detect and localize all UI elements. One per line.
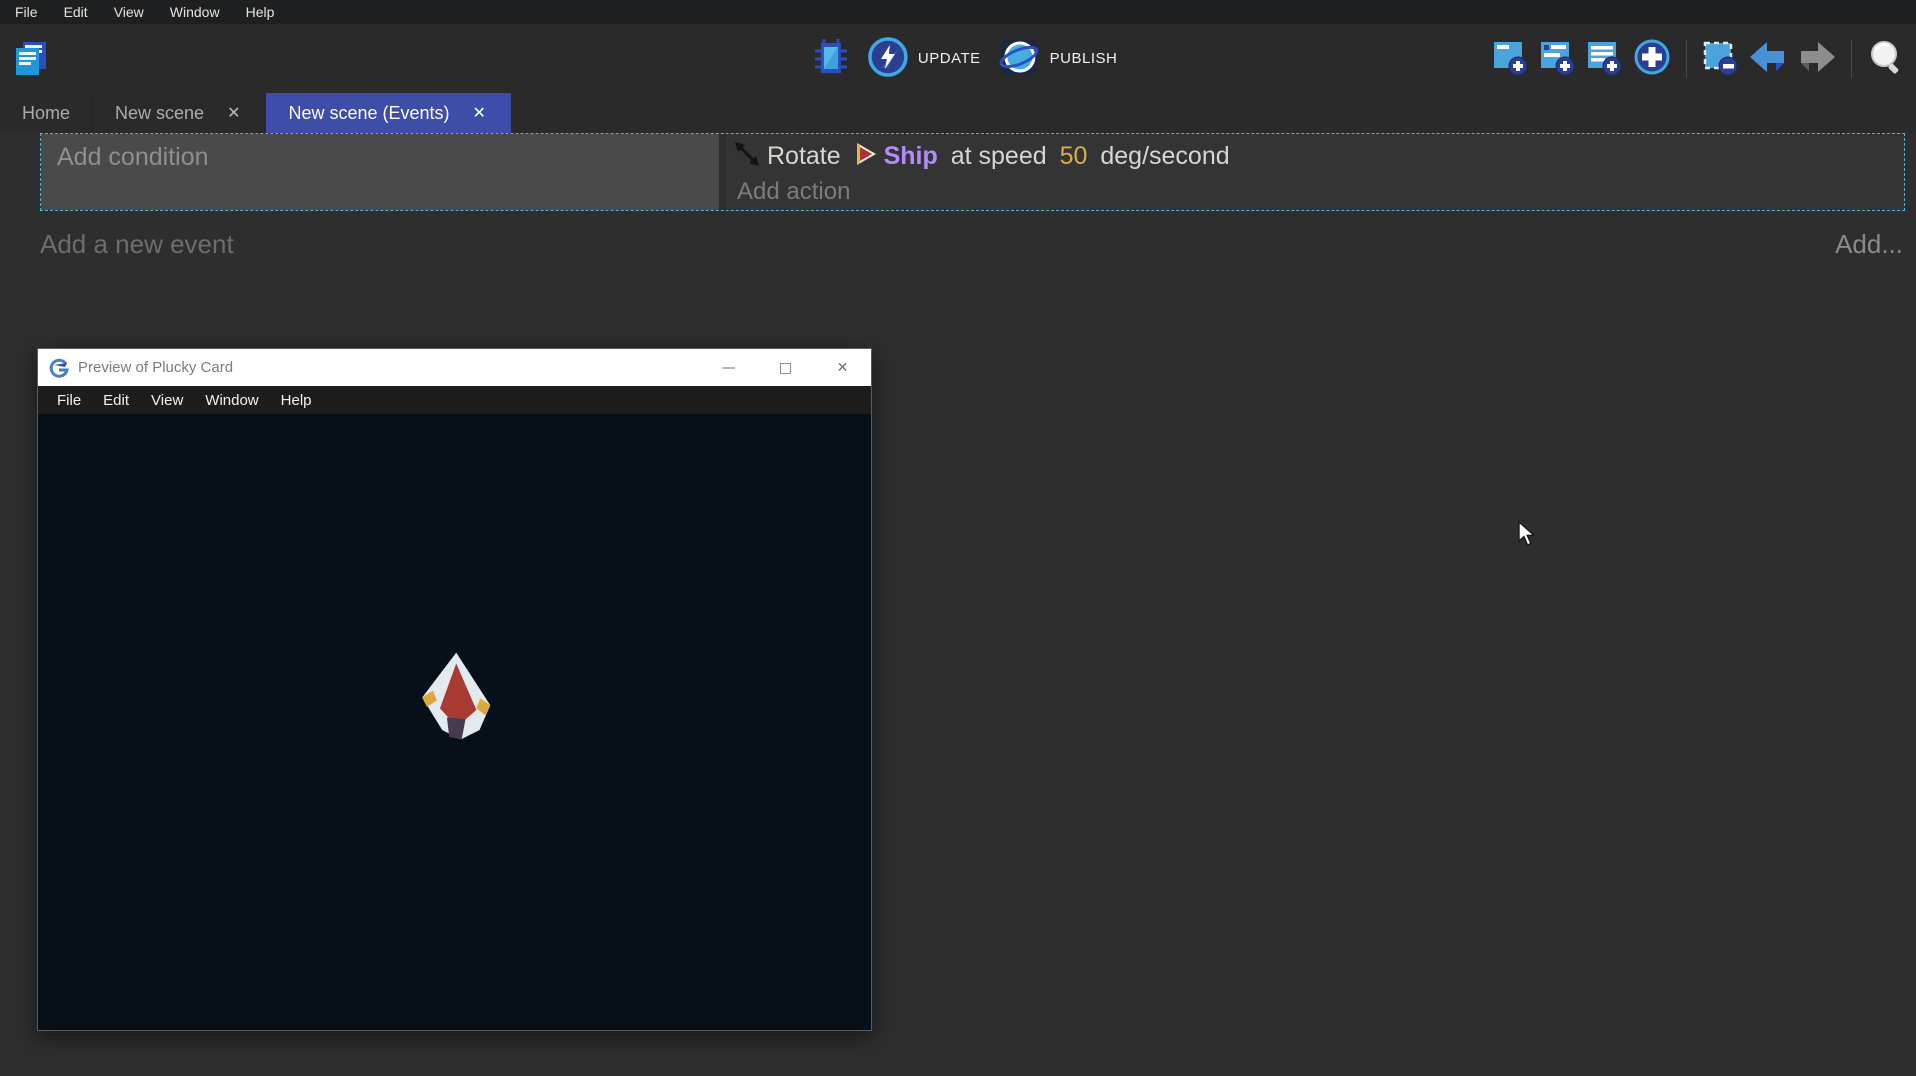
add-event-icon — [1491, 38, 1529, 79]
delete-selection-icon — [1701, 38, 1739, 79]
add-comment-button[interactable] — [1585, 38, 1623, 79]
add-subevent-button[interactable] — [1538, 38, 1576, 79]
main-toolbar: UPDATE PUBLISH — [0, 24, 1916, 93]
publish-button[interactable]: PUBLISH — [997, 35, 1118, 82]
column-divider — [719, 134, 727, 210]
tab-label: Home — [22, 103, 70, 124]
menu-window[interactable]: Window — [157, 0, 233, 24]
tab-close-icon[interactable]: ✕ — [470, 101, 489, 125]
add-new-event-placeholder[interactable]: Add a new event — [40, 229, 234, 260]
toolbar-separator — [1851, 40, 1852, 78]
event-row-selected: Add condition Rotate — [40, 133, 1905, 211]
publish-label: PUBLISH — [1050, 50, 1118, 67]
action-rotate-ship[interactable]: Rotate Ship at speed 50 deg/second — [727, 134, 1904, 178]
delete-selection-button[interactable] — [1701, 38, 1739, 79]
add-comment-icon — [1585, 38, 1623, 79]
tab-new-scene[interactable]: New scene ✕ — [93, 93, 266, 133]
debugger-button[interactable] — [811, 35, 851, 82]
redo-button[interactable] — [1797, 38, 1837, 79]
search-events-button[interactable] — [1866, 37, 1906, 80]
preview-menu-file[interactable]: File — [46, 392, 92, 409]
conditions-column[interactable]: Add condition — [41, 134, 719, 210]
gdevelop-logo-icon — [49, 358, 69, 378]
update-label: UPDATE — [918, 50, 981, 67]
action-connector: at speed — [944, 142, 1054, 171]
rotate-arrows-icon — [733, 140, 761, 173]
tab-label: New scene (Events) — [288, 103, 449, 124]
toolbar-right-group — [1491, 24, 1906, 93]
add-more-button[interactable] — [1632, 37, 1672, 80]
actions-column: Rotate Ship at speed 50 deg/second Add a… — [727, 134, 1904, 210]
menu-edit[interactable]: Edit — [51, 0, 101, 24]
search-icon — [1866, 37, 1906, 80]
undo-icon — [1748, 38, 1788, 79]
add-event-button[interactable] — [1491, 38, 1529, 79]
add-button[interactable]: Add... — [1835, 229, 1903, 260]
project-manager-icon — [12, 39, 50, 80]
preview-window-title: Preview of Plucky Card — [78, 359, 700, 376]
menu-help[interactable]: Help — [233, 0, 288, 24]
tab-close-icon[interactable]: ✕ — [224, 101, 243, 125]
tab-home[interactable]: Home — [0, 93, 93, 133]
add-more-icon — [1632, 37, 1672, 80]
ship-object-icon — [854, 141, 878, 172]
add-condition-placeholder: Add condition — [57, 143, 209, 171]
gdevelop-app: File Edit View Window Help — [0, 0, 1916, 1076]
game-canvas — [38, 414, 871, 1030]
add-subevent-icon — [1538, 38, 1576, 79]
publish-globe-icon — [997, 35, 1041, 82]
redo-icon — [1797, 38, 1837, 79]
window-controls: — □ ✕ — [700, 349, 871, 386]
preview-window: Preview of Plucky Card — □ ✕ File Edit V… — [37, 348, 872, 1031]
toolbar-center-group: UPDATE PUBLISH — [811, 24, 1117, 93]
add-action-placeholder[interactable]: Add action — [727, 178, 1904, 206]
preview-titlebar[interactable]: Preview of Plucky Card — □ ✕ — [38, 349, 871, 386]
preview-menu-help[interactable]: Help — [270, 392, 323, 409]
update-lightning-icon — [867, 36, 909, 81]
action-unit: deg/second — [1093, 142, 1229, 171]
add-event-row: Add a new event Add... — [40, 219, 1903, 269]
menu-view[interactable]: View — [101, 0, 157, 24]
menu-file[interactable]: File — [2, 0, 51, 24]
action-object: Ship — [884, 142, 938, 171]
tab-new-scene-events[interactable]: New scene (Events) ✕ — [266, 93, 510, 133]
debugger-icon — [811, 35, 851, 82]
undo-button[interactable] — [1748, 38, 1788, 79]
action-verb: Rotate — [767, 142, 848, 171]
preview-menubar: File Edit View Window Help — [38, 386, 871, 414]
project-manager-button[interactable] — [12, 39, 50, 80]
update-button[interactable]: UPDATE — [867, 36, 981, 81]
tab-bar: Home New scene ✕ New scene (Events) ✕ — [0, 93, 1916, 133]
tab-label: New scene — [115, 103, 204, 124]
preview-menu-window[interactable]: Window — [194, 392, 269, 409]
minimize-icon[interactable]: — — [700, 349, 757, 386]
app-menubar: File Edit View Window Help — [0, 0, 1916, 24]
toolbar-separator — [1686, 40, 1687, 78]
close-icon[interactable]: ✕ — [814, 349, 871, 386]
action-value: 50 — [1060, 142, 1088, 171]
maximize-icon[interactable]: □ — [757, 349, 814, 386]
preview-menu-edit[interactable]: Edit — [92, 392, 140, 409]
preview-menu-view[interactable]: View — [140, 392, 194, 409]
ship-sprite — [413, 648, 501, 749]
